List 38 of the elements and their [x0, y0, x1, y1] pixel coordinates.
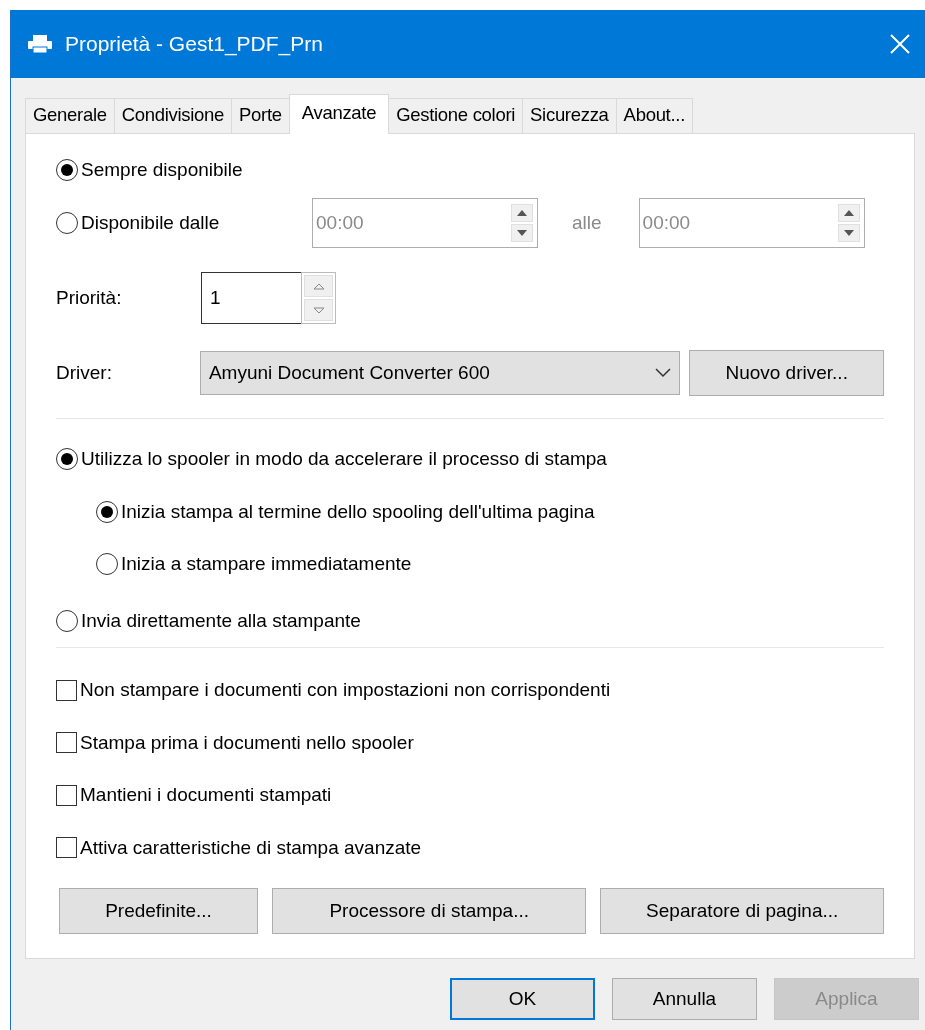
checkbox-label: Mantieni i documenti stampati [80, 783, 332, 807]
new-driver-button[interactable]: Nuovo driver... [689, 350, 884, 396]
ok-button[interactable]: OK [450, 978, 595, 1020]
radio-button[interactable] [96, 500, 118, 523]
printer-icon [27, 34, 53, 54]
radio-label: Inizia stampa al termine dello spooling dell'ultima pagina [121, 499, 595, 524]
radio-button[interactable] [96, 553, 118, 576]
checkbox-label: Attiva caratteristiche di stampa avanzate [80, 835, 422, 860]
tab[interactable]: Generale [25, 98, 115, 133]
chevron-down-icon [655, 368, 672, 378]
radio-label: Inizia a stampare immediatamente [121, 552, 412, 576]
radio-label: Utilizza lo spooler in modo da accelerare il processo di stampa [81, 447, 607, 471]
defaults-button[interactable]: Predefinite... [59, 888, 259, 934]
close-icon[interactable] [889, 33, 911, 55]
radio-label: Disponibile dalle [81, 210, 220, 235]
radio-label: Invia direttamente alla stampante [81, 608, 361, 633]
checkbox[interactable] [56, 837, 77, 859]
radio-button[interactable] [56, 448, 78, 471]
window-title: Proprietà - Gest1_PDF_Prn [65, 31, 324, 58]
time-label: alle [572, 210, 602, 235]
field-label: Driver: [56, 360, 113, 385]
tab[interactable]: About... [615, 98, 693, 133]
separator-page-button[interactable]: Separatore di pagina... [600, 888, 884, 934]
tab[interactable]: Avanzate [288, 94, 390, 134]
checkbox-label: Non stampare i documenti con impostazioni non corrispondenti [80, 678, 611, 702]
radio-label: Sempre disponibile [81, 157, 243, 182]
checkbox[interactable] [56, 679, 77, 701]
radio-button[interactable] [56, 159, 78, 181]
print-processor-button[interactable]: Processore di stampa... [272, 888, 587, 934]
cancel-button[interactable]: Annulla [612, 978, 757, 1020]
field-label: Priorità: [56, 285, 123, 310]
priority-field[interactable]: 1 [201, 272, 301, 324]
checkbox[interactable] [56, 732, 77, 754]
driver-dropdown[interactable]: Amyuni Document Converter 600 [199, 351, 681, 395]
checkbox[interactable] [56, 784, 77, 806]
radio-button[interactable] [56, 609, 78, 632]
checkbox-label: Stampa prima i documenti nello spooler [80, 730, 414, 755]
radio-button[interactable] [56, 212, 78, 234]
